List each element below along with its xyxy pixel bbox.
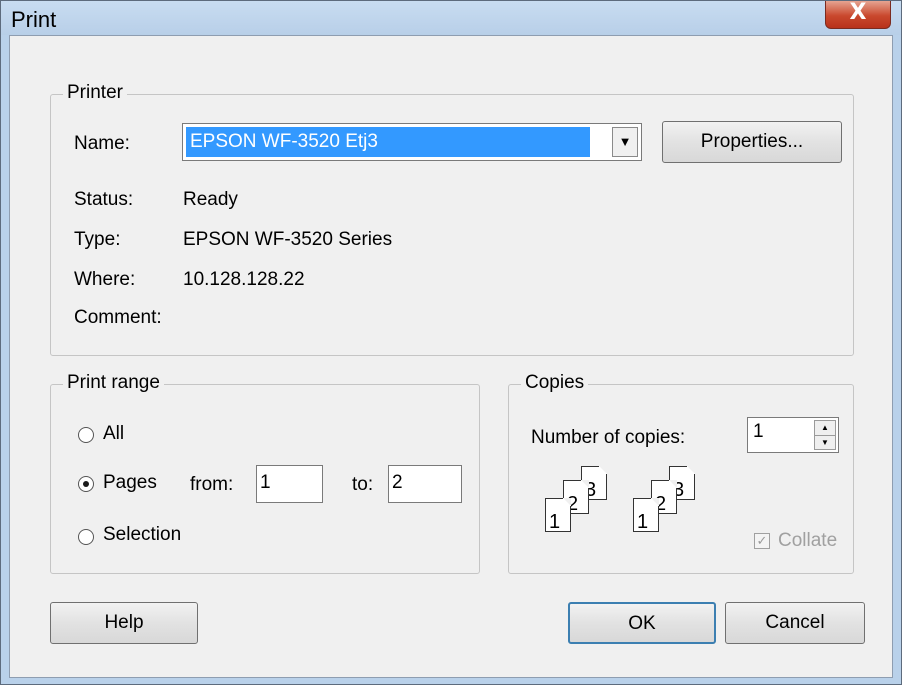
close-button[interactable]: X xyxy=(825,0,891,29)
copies-spinner[interactable]: 1 ▲ ▼ xyxy=(747,417,839,453)
printer-legend: Printer xyxy=(63,82,127,104)
status-label: Status: xyxy=(74,189,134,210)
pages-radio[interactable] xyxy=(78,476,94,492)
collate-pages-icon: 3 2 1 xyxy=(633,466,713,546)
selection-radio[interactable] xyxy=(78,529,94,545)
type-value: EPSON WF-3520 Series xyxy=(183,229,393,250)
close-icon: X xyxy=(849,0,867,25)
type-label: Type: xyxy=(74,229,121,250)
copies-value: 1 xyxy=(753,421,764,442)
pages-label[interactable]: Pages xyxy=(103,472,157,494)
collate-label: Collate xyxy=(778,530,838,551)
printer-name-dropdown[interactable]: EPSON WF-3520 Etj3 ▼ xyxy=(182,123,642,161)
dialog-body: Printer Name: EPSON WF-3520 Etj3 ▼ Prope… xyxy=(9,35,893,678)
selection-label[interactable]: Selection xyxy=(103,524,181,546)
where-value: 10.128.128.22 xyxy=(183,269,305,290)
print-dialog: Print X Printer Name: EPSON WF-3520 Etj3… xyxy=(0,0,902,685)
from-label: from: xyxy=(190,474,234,495)
collate-pages-icon: 3 2 1 xyxy=(545,466,625,546)
help-button[interactable]: Help xyxy=(50,602,198,644)
title-bar[interactable]: Print X xyxy=(1,0,901,35)
comment-label: Comment: xyxy=(74,307,162,328)
properties-button[interactable]: Properties... xyxy=(662,121,842,163)
cancel-button[interactable]: Cancel xyxy=(725,602,865,644)
status-value: Ready xyxy=(183,189,238,210)
spin-down-icon[interactable]: ▼ xyxy=(815,436,835,450)
ok-button[interactable]: OK xyxy=(568,602,716,644)
printer-name-value: EPSON WF-3520 Etj3 xyxy=(186,127,590,157)
dropdown-arrow-icon[interactable]: ▼ xyxy=(612,127,638,157)
collate-checkbox[interactable]: ✓ xyxy=(754,533,770,549)
all-radio[interactable] xyxy=(78,427,94,443)
to-label: to: xyxy=(352,474,374,495)
print-range-legend: Print range xyxy=(63,372,164,394)
from-page-input[interactable]: 1 xyxy=(256,465,323,503)
printer-name-label: Name: xyxy=(74,133,130,154)
number-of-copies-label: Number of copies: xyxy=(531,427,686,448)
dialog-title: Print xyxy=(11,7,57,32)
copies-legend: Copies xyxy=(521,372,589,394)
spin-up-icon[interactable]: ▲ xyxy=(815,421,835,436)
all-label[interactable]: All xyxy=(103,423,124,445)
to-page-input[interactable]: 2 xyxy=(388,465,462,503)
spinner-arrows[interactable]: ▲ ▼ xyxy=(814,420,836,450)
where-label: Where: xyxy=(74,269,136,290)
